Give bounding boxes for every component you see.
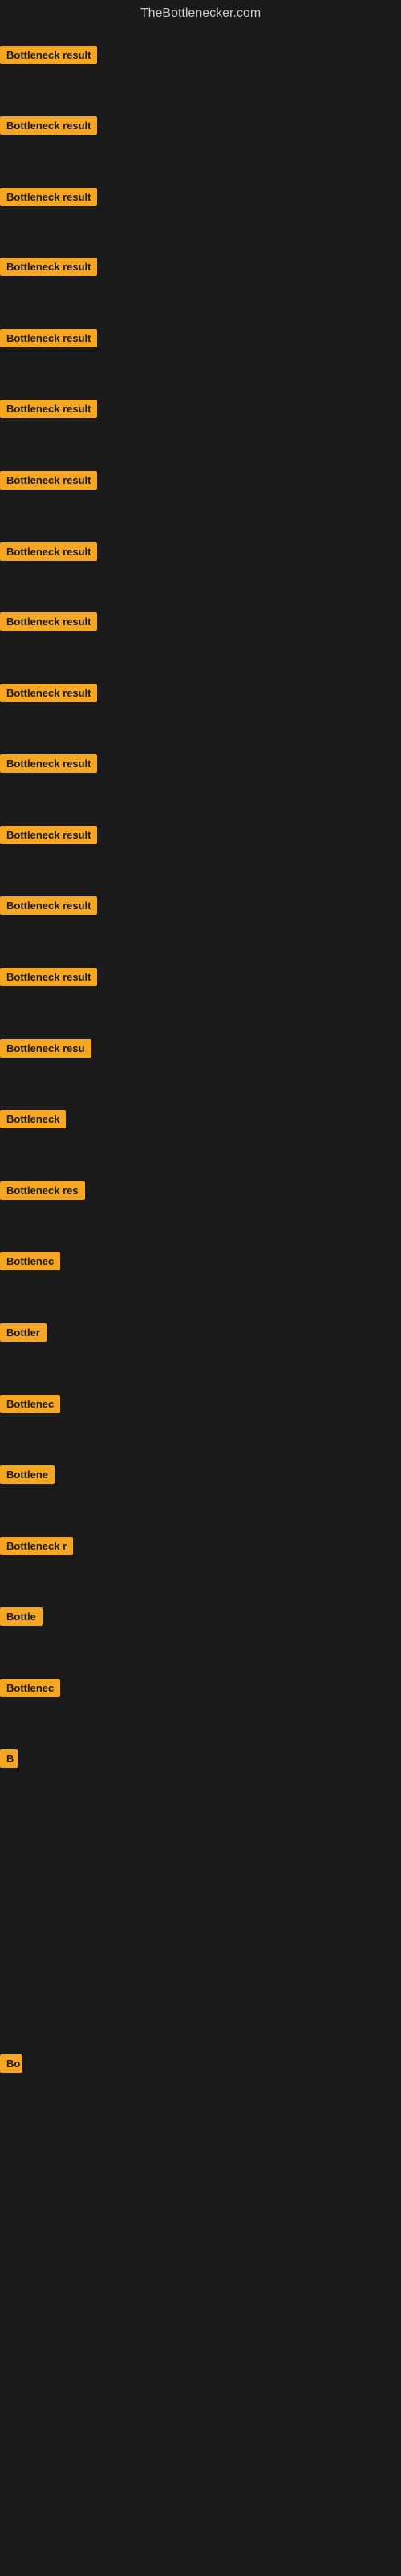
bottleneck-item[interactable]: Bottleneck result bbox=[0, 968, 97, 990]
bottleneck-item[interactable]: Bottleneck result bbox=[0, 329, 97, 351]
bottleneck-badge: Bottleneck bbox=[0, 1110, 66, 1128]
bottleneck-item[interactable]: Bottleneck result bbox=[0, 400, 97, 422]
bottleneck-badge: Bottleneck resu bbox=[0, 1039, 91, 1058]
bottleneck-item[interactable]: Bottleneck result bbox=[0, 116, 97, 139]
bottleneck-item[interactable]: Bo bbox=[0, 2054, 22, 2077]
bottleneck-item[interactable]: Bottleneck res bbox=[0, 1181, 85, 1204]
bottleneck-item[interactable]: Bottleneck result bbox=[0, 471, 97, 494]
bottleneck-badge: Bottleneck r bbox=[0, 1537, 73, 1555]
bottleneck-badge: Bottleneck result bbox=[0, 612, 97, 631]
bottleneck-item[interactable]: Bottleneck result bbox=[0, 542, 97, 565]
bottleneck-badge: Bottlenec bbox=[0, 1679, 60, 1697]
bottleneck-badge: Bottleneck result bbox=[0, 754, 97, 773]
bottleneck-item[interactable]: Bottle bbox=[0, 1607, 43, 1630]
bottleneck-item[interactable]: Bottleneck result bbox=[0, 684, 97, 706]
bottleneck-badge: Bottle bbox=[0, 1607, 43, 1626]
bottleneck-badge: Bottleneck result bbox=[0, 329, 97, 347]
bottleneck-item[interactable]: B bbox=[0, 1749, 18, 1772]
bottleneck-badge: Bottleneck result bbox=[0, 896, 97, 915]
bottleneck-item[interactable]: Bottleneck result bbox=[0, 258, 97, 280]
bottleneck-badge: Bottleneck result bbox=[0, 471, 97, 490]
bottleneck-item[interactable]: Bottler bbox=[0, 1323, 47, 1346]
bottleneck-item[interactable]: Bottleneck result bbox=[0, 188, 97, 210]
bottleneck-badge: Bottleneck result bbox=[0, 116, 97, 135]
bottleneck-badge: Bottleneck result bbox=[0, 46, 97, 64]
bottleneck-item[interactable]: Bottleneck resu bbox=[0, 1039, 91, 1062]
bottleneck-item[interactable]: Bottleneck r bbox=[0, 1537, 73, 1559]
bottleneck-badge: Bottler bbox=[0, 1323, 47, 1342]
bottleneck-badge: Bottleneck result bbox=[0, 400, 97, 418]
bottleneck-item[interactable]: Bottlene bbox=[0, 1465, 55, 1488]
bottleneck-badge: Bottlenec bbox=[0, 1395, 60, 1413]
bottleneck-badge: Bottleneck res bbox=[0, 1181, 85, 1200]
site-title: TheBottlenecker.com bbox=[0, 0, 401, 24]
bottleneck-item[interactable]: Bottleneck result bbox=[0, 46, 97, 68]
bottleneck-item[interactable]: Bottlenec bbox=[0, 1252, 60, 1274]
bottleneck-badge: B bbox=[0, 1749, 18, 1768]
bottleneck-badge: Bo bbox=[0, 2054, 22, 2073]
bottleneck-badge: Bottleneck result bbox=[0, 258, 97, 276]
bottleneck-badge: Bottlenec bbox=[0, 1252, 60, 1270]
bottleneck-item[interactable]: Bottleneck result bbox=[0, 896, 97, 919]
bottleneck-badge: Bottleneck result bbox=[0, 542, 97, 561]
bottleneck-badge: Bottleneck result bbox=[0, 968, 97, 986]
bottleneck-badge: Bottleneck result bbox=[0, 188, 97, 206]
bottleneck-badge: Bottleneck result bbox=[0, 684, 97, 702]
bottleneck-item[interactable]: Bottlenec bbox=[0, 1679, 60, 1701]
bottleneck-item[interactable]: Bottlenec bbox=[0, 1395, 60, 1417]
bottleneck-item[interactable]: Bottleneck result bbox=[0, 826, 97, 848]
bottleneck-item[interactable]: Bottleneck result bbox=[0, 612, 97, 635]
bottleneck-badge: Bottlene bbox=[0, 1465, 55, 1484]
bottleneck-badge: Bottleneck result bbox=[0, 826, 97, 844]
bottleneck-item[interactable]: Bottleneck result bbox=[0, 754, 97, 777]
bottleneck-item[interactable]: Bottleneck bbox=[0, 1110, 66, 1132]
